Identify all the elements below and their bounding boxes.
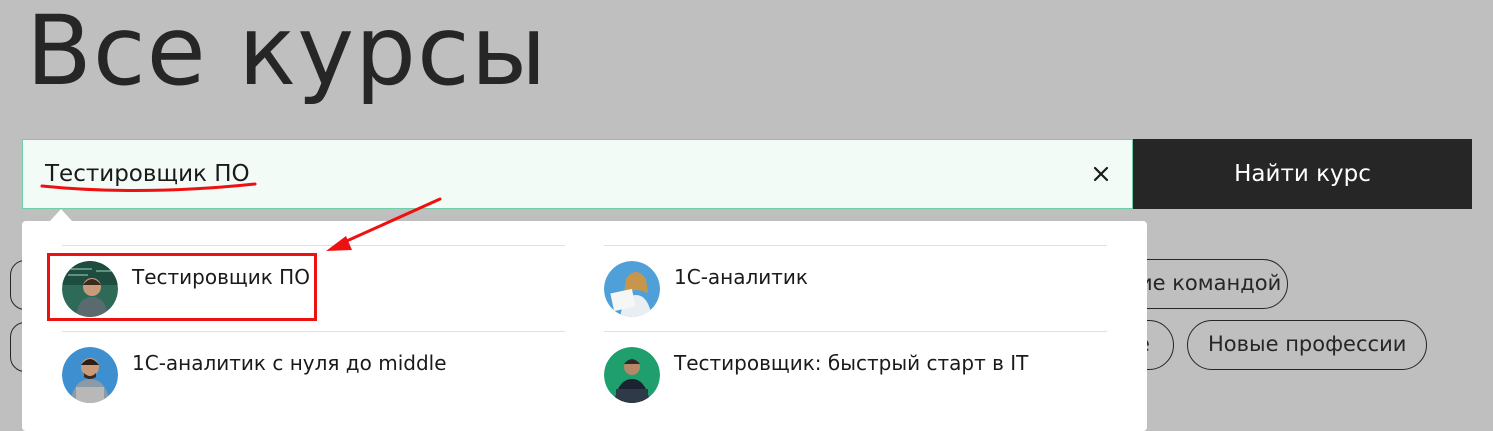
person-at-whiteboard-avatar [62,261,118,317]
dropdown-caret [50,209,72,221]
suggestion-label: Тестировщик: быстрый старт в IT [674,351,1029,375]
suggestion-1c-analitik-middle[interactable]: 1С-аналитик с нуля до middle [62,347,565,419]
divider [604,245,1107,246]
suggestion-testirovshchik-po[interactable]: Тестировщик ПО [62,261,565,333]
suggestion-1c-analitik[interactable]: 1С-аналитик [604,261,1107,333]
search-suggestions-dropdown: Тестировщик ПО 1С-аналитик 1С-аналитик с… [22,221,1147,431]
man-with-laptop-avatar [62,347,118,403]
suggestion-testirovshchik-start[interactable]: Тестировщик: быстрый старт в IT [604,347,1107,419]
close-icon[interactable] [1086,159,1116,189]
suggestion-label: 1С-аналитик [674,265,809,289]
page-title: Все курсы [26,0,548,107]
suggestion-label: 1С-аналитик с нуля до middle [132,351,447,375]
divider [62,245,565,246]
tag-new-professions[interactable]: Новые профессии [1187,320,1428,370]
man-on-green-avatar [604,347,660,403]
search-input[interactable] [23,140,1063,208]
suggestion-label: Тестировщик ПО [132,265,310,289]
search-button[interactable]: Найти курс [1133,139,1472,209]
woman-with-papers-avatar [604,261,660,317]
search-box [22,139,1133,209]
